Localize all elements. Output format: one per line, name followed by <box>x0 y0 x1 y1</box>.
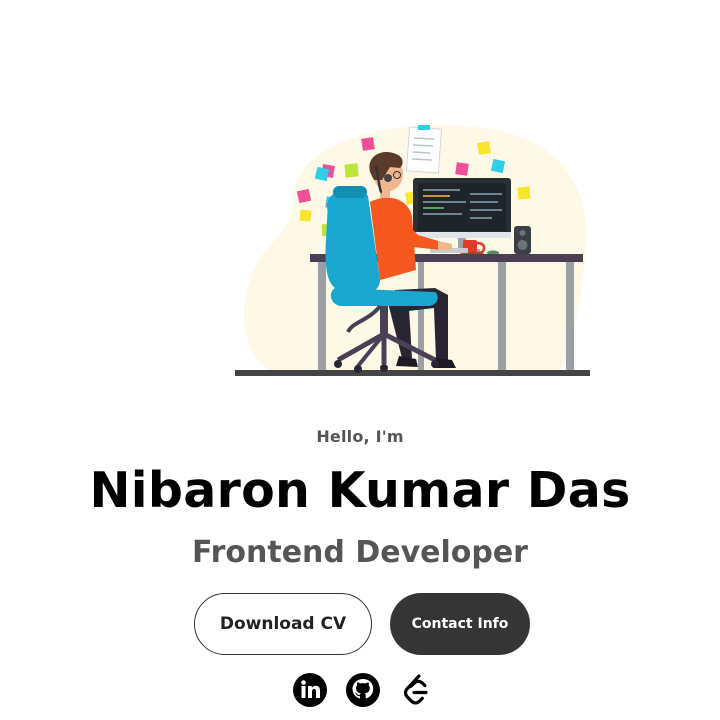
profile-page: Hello, I'm Nibaron Kumar Das Frontend De… <box>0 0 720 720</box>
linkedin-icon <box>293 673 327 707</box>
leetcode-link[interactable] <box>398 672 434 708</box>
job-title: Frontend Developer <box>192 535 528 570</box>
social-links <box>0 672 720 712</box>
github-link[interactable] <box>345 672 381 708</box>
download-cv-button[interactable]: Download CV <box>194 593 372 655</box>
github-icon <box>346 673 380 707</box>
developer-at-desk-illustration <box>235 125 590 376</box>
leetcode-icon <box>403 674 428 705</box>
greeting-text: Hello, I'm <box>316 427 404 446</box>
speaker <box>514 226 531 254</box>
contact-info-button[interactable]: Contact Info <box>390 593 530 655</box>
floor-line <box>235 370 590 376</box>
linkedin-link[interactable] <box>292 672 328 708</box>
person-name: Nibaron Kumar Das <box>89 462 631 519</box>
paper-sheet <box>405 125 443 174</box>
